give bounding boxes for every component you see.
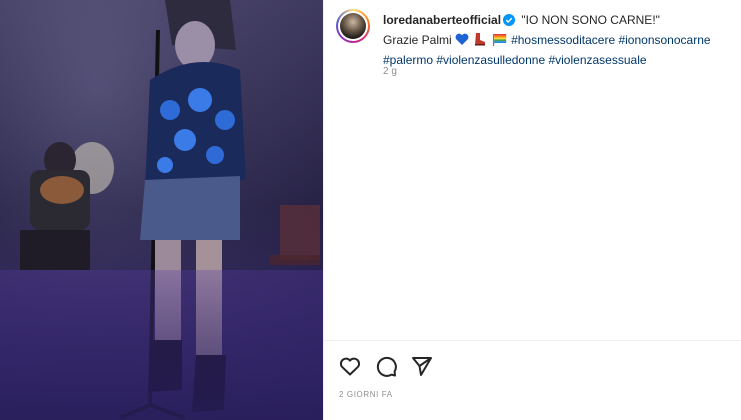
caption-timestamp[interactable]: 2 g xyxy=(383,66,397,77)
caption-title: "IO NON SONO CARNE!" xyxy=(521,13,660,27)
avatar-photo xyxy=(340,13,366,39)
rainbow-flag-emoji xyxy=(492,33,507,51)
post-date[interactable]: 2 GIORNI FA xyxy=(339,390,393,399)
hashtag-link[interactable]: #violenzasessuale xyxy=(548,53,646,67)
actions-divider xyxy=(323,340,741,341)
hashtag-link[interactable]: #violenzasulledonne xyxy=(436,53,545,67)
post-media[interactable] xyxy=(0,0,323,420)
stage-floor xyxy=(0,270,323,420)
hashtag-link[interactable]: #palermo xyxy=(383,53,433,67)
hashtag-link[interactable]: #hosmessoditacere xyxy=(511,33,615,47)
hashtag-link[interactable]: #iononsonocarne xyxy=(618,33,710,47)
heart-icon[interactable] xyxy=(338,354,362,378)
post-caption: loredanaberteofficial "IO NON SONO CARNE… xyxy=(383,11,733,69)
red-boot-emoji xyxy=(473,32,487,51)
username-link[interactable]: loredanaberteofficial xyxy=(383,13,501,27)
paper-plane-icon[interactable] xyxy=(410,354,434,378)
verified-badge-icon xyxy=(503,13,516,31)
blue-heart-emoji xyxy=(455,33,469,51)
avatar-ring xyxy=(338,11,368,41)
caption-thanks: Grazie Palmi xyxy=(383,33,452,47)
avatar[interactable] xyxy=(336,9,370,43)
comment-icon[interactable] xyxy=(374,354,398,378)
